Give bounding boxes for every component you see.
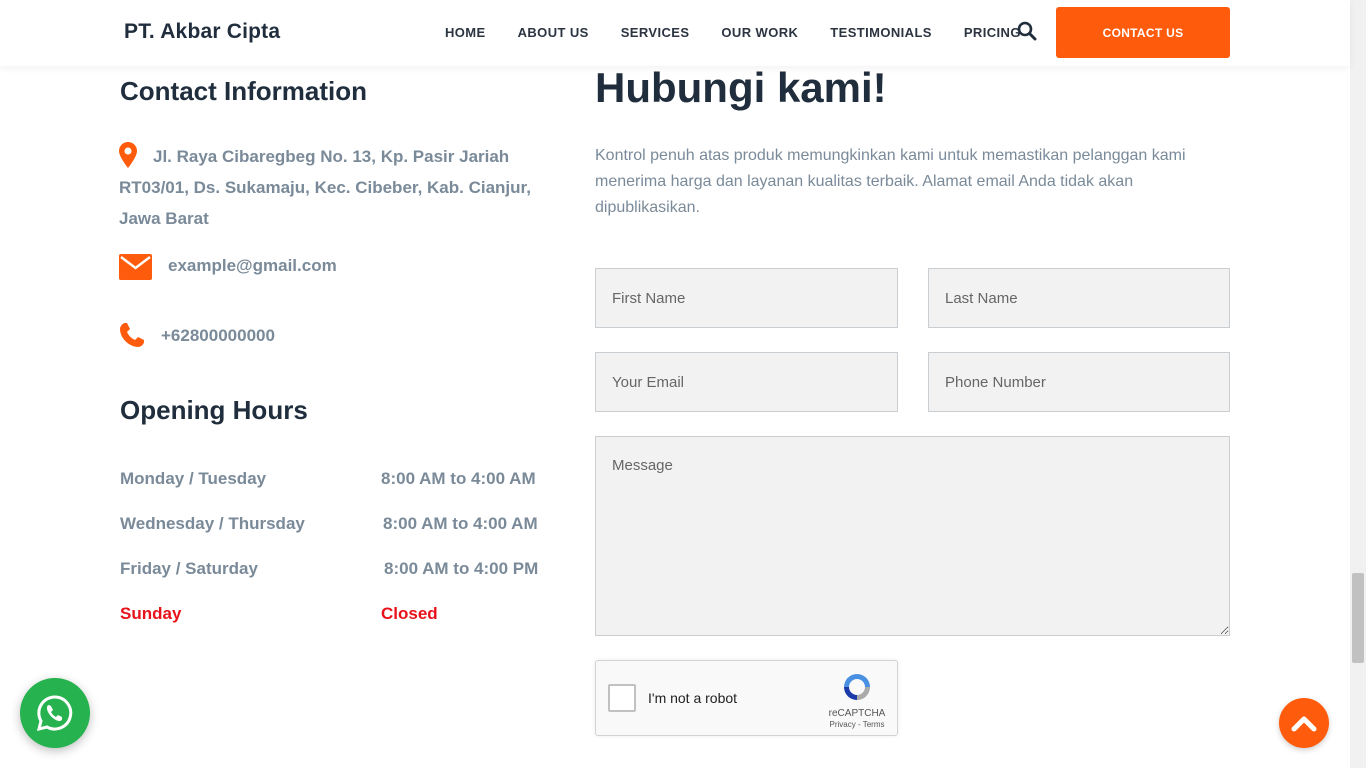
- whatsapp-button[interactable]: [20, 678, 90, 748]
- recaptcha-logo-icon: [844, 674, 870, 700]
- first-name-field[interactable]: [595, 268, 898, 328]
- nav-about-us[interactable]: ABOUT US: [518, 25, 589, 40]
- scroll-to-top-button[interactable]: [1279, 698, 1329, 748]
- phone-icon: [120, 323, 144, 347]
- search-icon[interactable]: [1017, 21, 1037, 41]
- hours-time: 8:00 AM to 4:00 AM: [383, 514, 538, 533]
- recaptcha-widget: I'm not a robot reCAPTCHA Privacy - Term…: [595, 660, 898, 736]
- nav-our-work[interactable]: OUR WORK: [721, 25, 798, 40]
- contact-information-heading: Contact Information: [120, 76, 367, 106]
- hours-time: 8:00 AM to 4:00 AM: [381, 469, 536, 488]
- envelope-icon: [119, 254, 152, 280]
- message-field[interactable]: [595, 436, 1230, 636]
- contact-phone[interactable]: +62800000000: [161, 326, 275, 346]
- nav-home[interactable]: HOME: [445, 25, 486, 40]
- whatsapp-icon: [36, 695, 73, 732]
- page-scrollbar-thumb[interactable]: [1352, 573, 1364, 663]
- form-heading: Hubungi kami!: [595, 64, 887, 111]
- hours-row: Friday / Saturday 8:00 AM to 4:00 PM: [120, 559, 540, 583]
- contact-address: Jl. Raya Cibaregbeg No. 13, Kp. Pasir Ja…: [119, 147, 531, 228]
- nav-services[interactable]: SERVICES: [621, 25, 690, 40]
- hours-day: Friday / Saturday: [120, 559, 258, 578]
- hours-row-closed: Sunday Closed: [120, 604, 540, 628]
- site-header: PT. Akbar Cipta HOME ABOUT US SERVICES O…: [0, 0, 1350, 66]
- brand-logo[interactable]: PT. Akbar Cipta: [124, 20, 280, 44]
- hours-row: Monday / Tuesday 8:00 AM to 4:00 AM: [120, 469, 540, 493]
- email-field[interactable]: [595, 352, 898, 412]
- hours-time: Closed: [381, 604, 438, 623]
- recaptcha-brand: reCAPTCHA: [828, 708, 886, 719]
- nav-testimonials[interactable]: TESTIMONIALS: [830, 25, 932, 40]
- main-nav: HOME ABOUT US SERVICES OUR WORK TESTIMON…: [445, 25, 1053, 40]
- chevron-up-icon: [1291, 716, 1317, 732]
- last-name-field[interactable]: [928, 268, 1230, 328]
- recaptcha-checkbox[interactable]: [608, 684, 636, 712]
- form-description: Kontrol penuh atas produk memungkinkan k…: [595, 147, 1186, 216]
- contact-us-button[interactable]: CONTACT US: [1056, 7, 1230, 58]
- hours-row: Wednesday / Thursday 8:00 AM to 4:00 AM: [120, 514, 540, 538]
- hours-day: Sunday: [120, 604, 182, 623]
- recaptcha-terms[interactable]: Privacy - Terms: [822, 720, 892, 729]
- phone-field[interactable]: [928, 352, 1230, 412]
- contact-email[interactable]: example@gmail.com: [168, 256, 337, 276]
- hours-day: Wednesday / Thursday: [120, 514, 305, 533]
- recaptcha-label: I'm not a robot: [648, 690, 738, 706]
- nav-pricing[interactable]: PRICING: [964, 25, 1021, 40]
- hours-day: Monday / Tuesday: [120, 469, 267, 488]
- hours-time: 8:00 AM to 4:00 PM: [384, 559, 539, 578]
- opening-hours-heading: Opening Hours: [120, 395, 308, 425]
